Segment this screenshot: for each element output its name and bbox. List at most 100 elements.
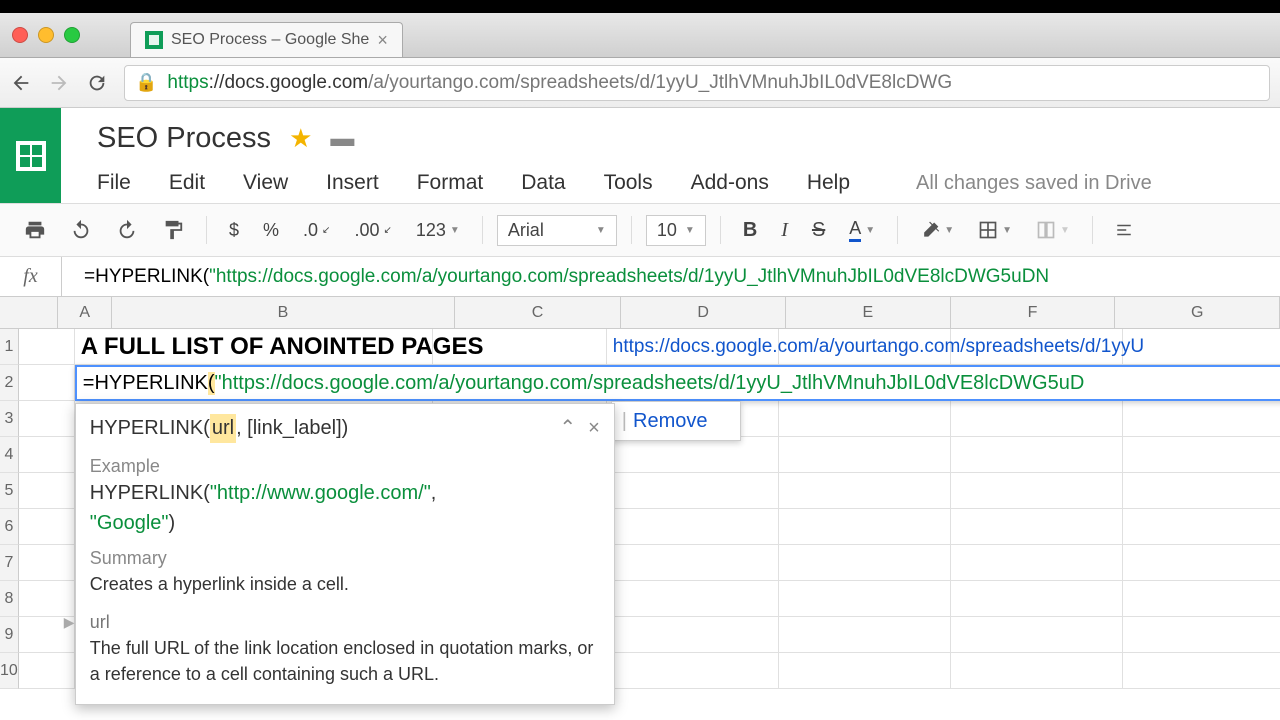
select-all-corner[interactable] [0, 297, 58, 328]
increase-decimals-button[interactable]: .00↙ [346, 216, 399, 245]
forward-button[interactable] [48, 72, 70, 94]
menu-addons[interactable]: Add-ons [691, 171, 769, 195]
formula-input[interactable]: =HYPERLINK("https://docs.google.com/a/yo… [62, 266, 1280, 288]
cell-E8[interactable] [779, 581, 951, 617]
paint-format-button[interactable] [154, 215, 192, 245]
row-header-8[interactable]: 8 [0, 581, 19, 617]
cell-F9[interactable] [951, 617, 1123, 653]
menu-tools[interactable]: Tools [604, 171, 653, 195]
cell-E6[interactable] [779, 509, 951, 545]
row-header-2[interactable]: 2 [0, 365, 19, 401]
col-header-G[interactable]: G [1115, 297, 1280, 328]
reload-button[interactable] [86, 72, 108, 94]
row-header-5[interactable]: 5 [0, 473, 19, 509]
bold-button[interactable]: B [735, 215, 765, 246]
print-button[interactable] [16, 215, 54, 245]
decrease-decimals-button[interactable]: .0↙ [295, 216, 338, 245]
horizontal-align-button[interactable] [1107, 217, 1141, 243]
cell-G8[interactable] [1123, 581, 1280, 617]
cell-E7[interactable] [779, 545, 951, 581]
browser-tab-active[interactable]: SEO Process – Google She × [130, 22, 403, 57]
cell-A2[interactable] [19, 365, 75, 401]
doc-title[interactable]: SEO Process [97, 122, 271, 155]
number-format-button[interactable]: 123 ▼ [408, 216, 468, 245]
format-currency-button[interactable]: $ [221, 216, 247, 245]
folder-icon[interactable]: ▬ [330, 125, 354, 153]
row-header-6[interactable]: 6 [0, 509, 19, 545]
row-header-4[interactable]: 4 [0, 437, 19, 473]
cell-E9[interactable] [779, 617, 951, 653]
cell-B1[interactable]: A FULL LIST OF ANOINTED PAGES [75, 329, 433, 365]
cell-E3[interactable] [779, 401, 951, 437]
row-header-1[interactable]: 1 [0, 329, 19, 365]
close-hint-icon[interactable]: × [588, 414, 600, 443]
col-header-D[interactable]: D [621, 297, 786, 328]
cell-A7[interactable] [19, 545, 75, 581]
cell-E5[interactable] [779, 473, 951, 509]
cell-A10[interactable] [19, 653, 75, 689]
address-bar[interactable]: 🔒 https://docs.google.com/a/yourtango.co… [124, 65, 1270, 101]
sheets-logo-icon[interactable] [0, 108, 61, 203]
menu-insert[interactable]: Insert [326, 171, 379, 195]
cell-G6[interactable] [1123, 509, 1280, 545]
menu-edit[interactable]: Edit [169, 171, 205, 195]
format-percent-button[interactable]: % [255, 216, 287, 245]
cell-D5[interactable] [607, 473, 779, 509]
menu-help[interactable]: Help [807, 171, 850, 195]
cell-A1[interactable] [19, 329, 75, 365]
zoom-window-button[interactable] [64, 27, 80, 43]
minimize-window-button[interactable] [38, 27, 54, 43]
col-header-B[interactable]: B [112, 297, 455, 328]
cell-F3[interactable] [951, 401, 1123, 437]
cell-D6[interactable] [607, 509, 779, 545]
col-header-C[interactable]: C [455, 297, 622, 328]
menu-data[interactable]: Data [521, 171, 565, 195]
cell-D4[interactable] [607, 437, 779, 473]
cell-G10[interactable] [1123, 653, 1280, 689]
row-header-7[interactable]: 7 [0, 545, 19, 581]
cell-F7[interactable] [951, 545, 1123, 581]
cell-F10[interactable] [951, 653, 1123, 689]
cell-F6[interactable] [951, 509, 1123, 545]
redo-button[interactable] [108, 215, 146, 245]
cell-F8[interactable] [951, 581, 1123, 617]
cell-A6[interactable] [19, 509, 75, 545]
text-color-button[interactable]: A ▼ [841, 214, 883, 246]
cell-D1[interactable]: https://docs.google.com/a/yourtango.com/… [607, 329, 779, 365]
cell-A3[interactable] [19, 401, 75, 437]
merge-cells-button[interactable]: ▼ [1028, 216, 1078, 244]
close-window-button[interactable] [12, 27, 28, 43]
col-header-E[interactable]: E [786, 297, 951, 328]
cell-D8[interactable] [607, 581, 779, 617]
cell-G1[interactable] [1123, 329, 1280, 365]
row-header-9[interactable]: 9 [0, 617, 19, 653]
cell-G3[interactable] [1123, 401, 1280, 437]
cell-F5[interactable] [951, 473, 1123, 509]
cell-E10[interactable] [779, 653, 951, 689]
cell-D10[interactable] [607, 653, 779, 689]
font-size-select[interactable]: 10▼ [646, 215, 706, 246]
row-header-3[interactable]: 3 [0, 401, 19, 437]
italic-button[interactable]: I [773, 215, 796, 246]
col-header-F[interactable]: F [951, 297, 1116, 328]
row-header-10[interactable]: 10 [0, 653, 19, 689]
undo-button[interactable] [62, 215, 100, 245]
collapse-hint-icon[interactable]: ⌃ [559, 414, 576, 443]
borders-button[interactable]: ▼ [970, 216, 1020, 244]
menu-view[interactable]: View [243, 171, 288, 195]
cell-G9[interactable] [1123, 617, 1280, 653]
star-icon[interactable]: ★ [289, 123, 312, 154]
font-family-select[interactable]: Arial▼ [497, 215, 617, 246]
back-button[interactable] [10, 72, 32, 94]
strikethrough-button[interactable]: S [804, 215, 833, 246]
col-header-A[interactable]: A [58, 297, 112, 328]
cell-D9[interactable] [607, 617, 779, 653]
cell-D7[interactable] [607, 545, 779, 581]
cell-editor[interactable]: =HYPERLINK("https://docs.google.com/a/yo… [75, 365, 1280, 401]
cell-G5[interactable] [1123, 473, 1280, 509]
fill-color-button[interactable]: ▼ [912, 216, 962, 244]
cell-A5[interactable] [19, 473, 75, 509]
expand-hint-icon[interactable]: ▶ [64, 612, 75, 632]
remove-link-button[interactable]: Remove [633, 410, 707, 433]
cell-G7[interactable] [1123, 545, 1280, 581]
